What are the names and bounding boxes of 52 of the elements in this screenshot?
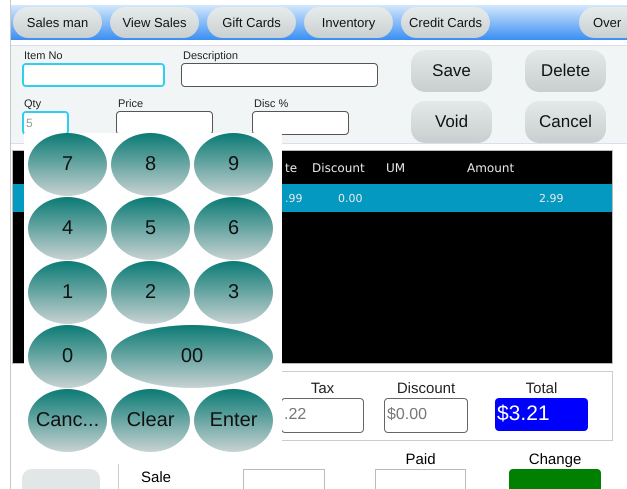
- action-button[interactable]: Delete: [525, 50, 606, 92]
- button[interactable]: [22, 469, 100, 489]
- keypad-key[interactable]: Clear: [111, 389, 190, 452]
- field-label: Qty: [24, 98, 42, 112]
- field-label: Item No: [24, 50, 64, 64]
- total-field: $3.21: [495, 398, 588, 430]
- sale-field[interactable]: [243, 469, 326, 489]
- toolbar-button[interactable]: Over: [579, 7, 627, 38]
- toolbar-button[interactable]: View Sales: [110, 7, 199, 38]
- action-button[interactable]: Void: [411, 100, 492, 143]
- keypad-key[interactable]: 1: [28, 261, 107, 324]
- item-number-field[interactable]: [22, 63, 165, 88]
- toolbar-button[interactable]: Inventory: [304, 7, 393, 38]
- table-cell: 2.99: [539, 192, 564, 206]
- toolbar-button[interactable]: Gift Cards: [207, 7, 296, 38]
- field-label: Price: [118, 98, 144, 112]
- sale-label: Sale: [141, 469, 172, 487]
- paid-field[interactable]: [375, 469, 466, 489]
- discount-percent-field[interactable]: [252, 111, 349, 136]
- keypad-key[interactable]: Canc...: [28, 389, 107, 452]
- action-button[interactable]: Cancel: [525, 100, 606, 143]
- keypad-key[interactable]: 00: [111, 325, 273, 388]
- tax-label: Tax: [310, 380, 334, 398]
- column-header: Amount: [467, 160, 516, 175]
- discount-label: Discount: [396, 380, 456, 398]
- toolbar-button[interactable]: Credit Cards: [401, 7, 490, 38]
- paid-label: Paid: [406, 451, 436, 469]
- description-field[interactable]: [181, 63, 378, 88]
- table-cell: 0.00: [338, 192, 362, 206]
- total-label: Total: [526, 380, 558, 398]
- keypad-key[interactable]: 3: [194, 261, 273, 324]
- table-cell: .99: [285, 192, 302, 206]
- keypad-key[interactable]: 2: [111, 261, 190, 324]
- field-label: Description: [183, 50, 240, 64]
- keypad-key[interactable]: 5: [111, 197, 190, 260]
- discount-field: $0.00: [384, 398, 468, 432]
- column-header: Discount: [312, 160, 366, 175]
- keypad-key[interactable]: 8: [111, 133, 190, 196]
- field-label: Disc %: [254, 98, 290, 112]
- column-header: te: [285, 160, 298, 175]
- keypad-key[interactable]: 7: [28, 133, 107, 196]
- keypad-key[interactable]: 4: [28, 197, 107, 260]
- change-label: Change: [528, 451, 582, 469]
- keypad-key[interactable]: 9: [194, 133, 273, 196]
- action-button[interactable]: Save: [411, 50, 492, 92]
- column-header: UM: [386, 160, 406, 175]
- keypad-key[interactable]: 0: [28, 325, 107, 388]
- keypad-key[interactable]: Enter: [194, 389, 273, 452]
- keypad-key[interactable]: 6: [194, 197, 273, 260]
- toolbar-button[interactable]: Sales man: [13, 7, 102, 38]
- price-field[interactable]: [116, 111, 213, 136]
- quantity-field[interactable]: 5: [22, 111, 69, 136]
